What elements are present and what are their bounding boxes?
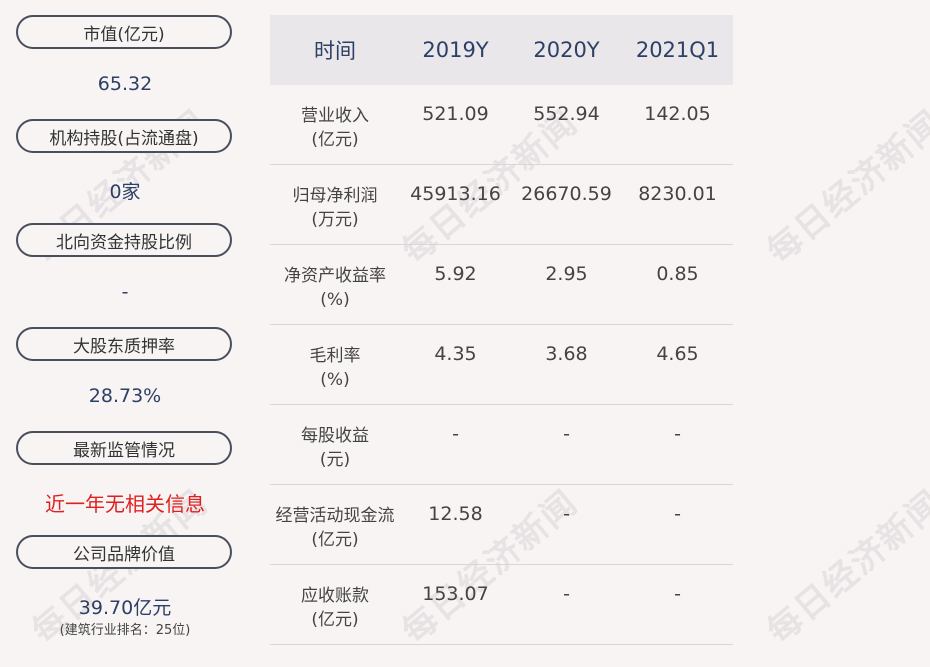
brand-rank-note: (建筑行业排名：25位) <box>59 623 191 638</box>
market-cap-value: 65.32 <box>97 73 153 95</box>
metric-label: 归母净利润 (万元) <box>292 186 378 230</box>
regulatory-status-label: 最新监管情况 <box>16 431 232 465</box>
table-header: 时间 2019Y 2020Y 2021Q1 <box>270 15 733 85</box>
metric-label: 每股收益 (元) <box>301 426 369 470</box>
header-2019y: 2019Y <box>422 38 489 62</box>
table-row: 经营活动现金流 (亿元) 12.58 - - <box>270 485 733 565</box>
pledge-rate-label: 大股东质押率 <box>16 327 232 361</box>
cell-value: - <box>674 503 681 525</box>
cell-value: 4.65 <box>656 343 699 365</box>
cell-value: - <box>452 423 459 445</box>
cell-value: 8230.01 <box>638 183 717 205</box>
header-2021q1: 2021Q1 <box>635 38 720 62</box>
table-row: 归母净利润 (万元) 45913.16 26670.59 8230.01 <box>270 165 733 245</box>
cell-value: 26670.59 <box>521 183 612 205</box>
metric-label: 净资产收益率 (%) <box>284 266 386 310</box>
table-row: 应收账款 (亿元) 153.07 - - <box>270 565 733 645</box>
table-row: 净资产收益率 (%) 5.92 2.95 0.85 <box>270 245 733 325</box>
cell-value: - <box>563 583 570 605</box>
cell-value: 5.92 <box>434 263 477 285</box>
cell-value: - <box>674 423 681 445</box>
cell-value: 0.85 <box>656 263 699 285</box>
pledge-rate-value: 28.73% <box>88 385 162 407</box>
cell-value: 153.07 <box>422 583 489 605</box>
metric-label: 毛利率 (%) <box>309 346 361 390</box>
regulatory-status-value: 近一年无相关信息 <box>45 492 205 516</box>
market-cap-label: 市值(亿元) <box>16 15 232 49</box>
table-row: 营业收入 (亿元) 521.09 552.94 142.05 <box>270 85 733 165</box>
metric-label: 应收账款 (亿元) <box>301 586 369 630</box>
cell-value: 3.68 <box>545 343 588 365</box>
cell-value: - <box>563 423 570 445</box>
cell-value: 2.95 <box>545 263 588 285</box>
cell-value: 12.58 <box>428 503 483 525</box>
cell-value: 552.94 <box>533 103 600 125</box>
watermark: 每日经济新闻 <box>759 482 930 652</box>
brand-value-value: 39.70亿元 <box>78 597 172 619</box>
cell-value: 45913.16 <box>410 183 501 205</box>
summary-panel: 市值(亿元) 65.32 机构持股(占流通盘) 0家 北向资金持股比例 - 大股… <box>0 0 250 667</box>
table-row: 每股收益 (元) - - - <box>270 405 733 485</box>
metric-label: 经营活动现金流 (亿元) <box>275 506 395 550</box>
cell-value: - <box>674 583 681 605</box>
institutional-holding-label: 机构持股(占流通盘) <box>16 119 232 153</box>
brand-value-label: 公司品牌价值 <box>16 535 232 569</box>
financial-table: 时间 2019Y 2020Y 2021Q1 营业收入 (亿元) 521.09 55… <box>270 15 733 645</box>
northbound-ratio-label: 北向资金持股比例 <box>16 223 232 257</box>
institutional-holding-value: 0家 <box>109 181 141 203</box>
northbound-ratio-value: - <box>121 281 129 303</box>
watermark: 每日经济新闻 <box>759 102 930 272</box>
cell-value: - <box>563 503 570 525</box>
cell-value: 142.05 <box>644 103 711 125</box>
header-time: 时间 <box>314 39 356 63</box>
table-row: 毛利率 (%) 4.35 3.68 4.65 <box>270 325 733 405</box>
cell-value: 521.09 <box>422 103 489 125</box>
cell-value: 4.35 <box>434 343 477 365</box>
header-2020y: 2020Y <box>533 38 600 62</box>
metric-label: 营业收入 (亿元) <box>301 106 369 150</box>
